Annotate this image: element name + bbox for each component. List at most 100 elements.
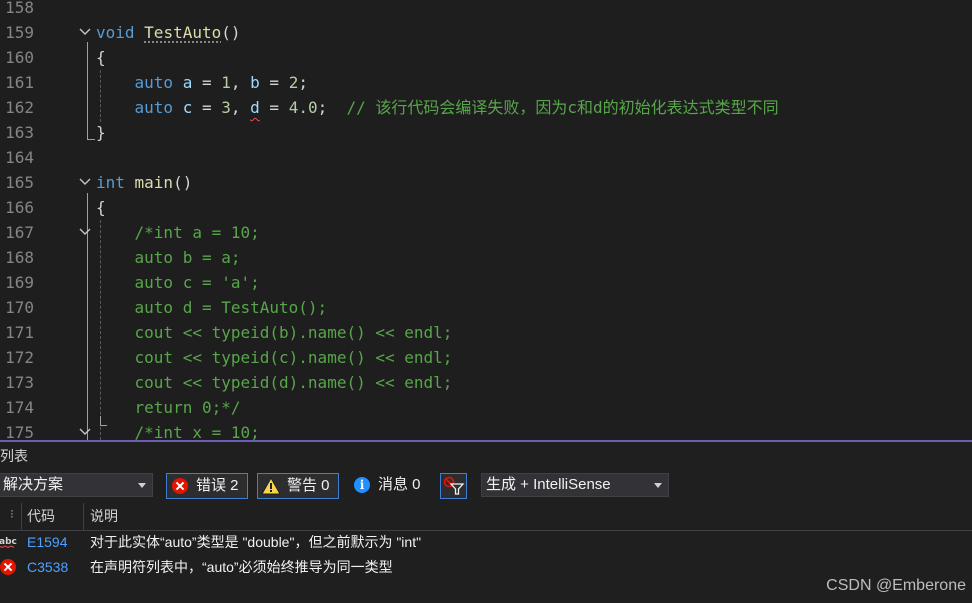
code-line[interactable]: 162 auto c = 3, d = 4.0; // 该行代码会编译失败，因为… [0, 95, 972, 120]
code-token: () [173, 173, 193, 192]
intellisense-abc-icon: abc [0, 537, 17, 548]
code-text[interactable]: auto c = 3, d = 4.0; // 该行代码会编译失败，因为c和d的… [96, 95, 779, 120]
filter-icon [443, 476, 465, 495]
column-header-code[interactable]: 代码 [27, 503, 55, 530]
error-row[interactable]: abc E1594 对于此实体“auto”类型是 "double"，但之前默示为… [0, 530, 972, 555]
code-text[interactable]: /*int x = 10; [96, 420, 260, 440]
code-text[interactable]: cout << typeid(c).name() << endl; [96, 345, 453, 370]
code-line[interactable]: 159 void TestAuto() [0, 20, 972, 45]
error-list-toolbar: 解决方案 错误 2 警告 0 i 消息 0 生成 + IntelliSense [0, 470, 972, 500]
code-line[interactable]: 158 [0, 0, 972, 20]
line-number: 166 [5, 198, 34, 217]
fold-chevron-icon[interactable] [78, 170, 94, 195]
code-text[interactable]: auto c = 'a'; [96, 270, 260, 295]
code-token: ; [298, 73, 308, 92]
panel-title: 列表 [0, 448, 28, 464]
code-token: auto [134, 98, 183, 117]
info-icon: i [354, 477, 370, 493]
code-token: { [96, 198, 106, 217]
code-token: auto d = TestAuto(); [134, 298, 328, 317]
code-text[interactable]: auto d = TestAuto(); [96, 295, 328, 320]
line-number: 160 [5, 48, 34, 67]
messages-filter-button[interactable]: i 消息 0 [352, 473, 432, 499]
line-number: 171 [5, 323, 34, 342]
code-line[interactable]: 168 auto b = a; [0, 245, 972, 270]
line-number: 162 [5, 98, 34, 117]
fold-chevron-icon[interactable] [78, 20, 94, 45]
code-token: cout << typeid(c).name() << endl; [134, 348, 453, 367]
code-editor[interactable]: 158 159 void TestAuto() 160 {161 auto a = 1,… [0, 0, 972, 440]
code-text[interactable]: int main() [96, 170, 192, 195]
column-header-description[interactable]: 说明 [90, 503, 118, 530]
code-text[interactable]: auto b = a; [96, 245, 241, 270]
chevron-down-icon [654, 483, 662, 488]
errors-filter-label: 错误 2 [196, 477, 239, 494]
code-line[interactable]: 173 cout << typeid(d).name() << endl; [0, 370, 972, 395]
code-token: c [182, 98, 193, 117]
code-line[interactable]: 174 return 0;*/ [0, 395, 972, 420]
scope-dropdown-value: 解决方案 [3, 476, 64, 493]
code-line[interactable]: 172 cout << typeid(c).name() << endl; [0, 345, 972, 370]
code-line[interactable]: 161 auto a = 1, b = 2; [0, 70, 972, 95]
code-token: = [192, 98, 222, 117]
code-text[interactable]: { [96, 45, 106, 70]
code-token: d [250, 98, 260, 117]
build-source-value: 生成 + IntelliSense [486, 476, 611, 493]
code-text[interactable]: } [96, 120, 106, 145]
code-token: 1 [221, 73, 231, 92]
code-token: ; [317, 98, 347, 117]
code-token: main [134, 173, 174, 192]
code-line[interactable]: 164 [0, 145, 972, 170]
code-line[interactable]: 175 /*int x = 10; [0, 420, 972, 440]
code-token: { [96, 48, 106, 67]
code-text[interactable]: auto a = 1, b = 2; [96, 70, 308, 95]
code-token: , [230, 73, 251, 92]
code-line[interactable]: 163} [0, 120, 972, 145]
error-code-link[interactable]: C3538 [27, 555, 68, 580]
code-text[interactable]: void TestAuto() [96, 20, 241, 45]
code-token: } [96, 123, 106, 142]
code-token: 2 [288, 73, 299, 92]
code-text[interactable]: { [96, 195, 106, 220]
errors-filter-button[interactable]: 错误 2 [166, 473, 248, 499]
error-list-header: ⁝ 代码 说明 [0, 503, 972, 531]
code-token: = [259, 98, 289, 117]
code-token: void [96, 23, 145, 42]
code-token: auto b = a; [134, 248, 241, 267]
code-text[interactable]: cout << typeid(d).name() << endl; [96, 370, 453, 395]
error-code-link[interactable]: E1594 [27, 530, 67, 555]
code-token: 3 [221, 98, 231, 117]
fold-chevron-icon[interactable] [78, 220, 94, 245]
build-source-dropdown[interactable]: 生成 + IntelliSense [481, 473, 669, 497]
code-line[interactable]: 160 { [0, 45, 972, 70]
column-separator[interactable] [83, 503, 84, 530]
messages-filter-label: 消息 0 [378, 476, 421, 493]
code-line[interactable]: 167 /*int a = 10; [0, 220, 972, 245]
filter-toggle-button[interactable] [440, 473, 467, 499]
code-text[interactable]: cout << typeid(b).name() << endl; [96, 320, 453, 345]
line-number: 158 [5, 0, 34, 17]
fold-chevron-icon[interactable] [78, 420, 94, 440]
code-line[interactable]: 171 cout << typeid(b).name() << endl; [0, 320, 972, 345]
error-description: 在声明符列表中，“auto”必须始终推导为同一类型 [90, 559, 393, 575]
error-list-panel: 列表 解决方案 错误 2 警告 0 i 消息 0 生成 + IntelliSen… [0, 440, 972, 603]
warning-icon [261, 477, 281, 495]
code-token: 4.0 [288, 98, 318, 117]
line-number: 173 [5, 373, 34, 392]
warnings-filter-button[interactable]: 警告 0 [257, 473, 339, 499]
code-line[interactable]: 165 int main() [0, 170, 972, 195]
svg-text:abc: abc [0, 537, 17, 547]
code-text[interactable]: /*int a = 10; [96, 220, 260, 245]
watermark: CSDN @Emberone [826, 577, 966, 594]
column-separator[interactable] [21, 503, 22, 530]
code-line[interactable]: 166 { [0, 195, 972, 220]
code-text[interactable]: return 0;*/ [96, 395, 241, 420]
scope-dropdown[interactable]: 解决方案 [0, 473, 153, 497]
code-line[interactable]: 169 auto c = 'a'; [0, 270, 972, 295]
sort-column-handle[interactable]: ⁝ [10, 501, 14, 528]
code-line[interactable]: 170 auto d = TestAuto(); [0, 295, 972, 320]
